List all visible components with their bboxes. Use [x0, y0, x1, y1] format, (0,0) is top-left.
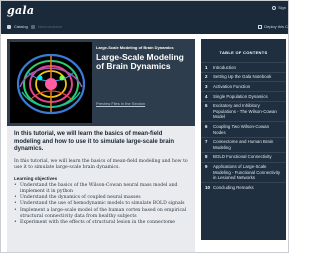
user-icon	[271, 5, 276, 10]
toc-number: 9	[205, 164, 208, 170]
objectives-heading: Learning objectives	[14, 175, 58, 181]
brain-tractography-image	[10, 42, 92, 123]
toc-number: 4	[205, 93, 208, 99]
toc-number: 5	[205, 103, 208, 109]
toc-title: TABLE OF CONTENTS	[219, 50, 268, 55]
toc-item-bold[interactable]: 8 BOLD Functional Connectivity	[201, 151, 286, 162]
toc-item-concluding[interactable]: 10 Concluding Remarks	[201, 182, 286, 192]
brain-icon	[30, 24, 35, 29]
sign-in-link[interactable]: Sign	[271, 5, 286, 10]
toc-item-wilson-cowan[interactable]: 5 Excitatory and Inhibitory Populations …	[201, 100, 286, 122]
toc-item-introduction[interactable]: 1 Introduction	[201, 62, 286, 72]
breadcrumb: Catalog Neuroscience	[7, 24, 62, 29]
toc-label: Concluding Remarks	[213, 184, 254, 190]
preview-files-link[interactable]: Preview Files in the Section	[96, 101, 145, 106]
toc-number: 3	[205, 83, 208, 89]
toc-item-connectome[interactable]: 7 Connectome and Human Brain Modeling	[201, 136, 286, 152]
toc-label: Coupling Two Wilson-Cowan Nodes	[213, 124, 270, 135]
toc-label: Activation Function	[213, 83, 251, 89]
lead-paragraph: In this tutorial, we will learn the basi…	[14, 131, 175, 152]
toc-number: 2	[205, 74, 208, 80]
catalog-icon	[7, 24, 11, 29]
toc-label: BOLD Functional Connectivity	[213, 154, 272, 160]
article-body: In this tutorial, we will learn the basi…	[7, 126, 195, 252]
toc-label: Single Population Dynamics	[213, 93, 268, 99]
page-title: Large-Scale Modeling of Brain Dynamics	[96, 52, 184, 72]
deploy-label: Deploy this C	[264, 24, 288, 29]
objective-item: Experiment with the effects of structura…	[14, 220, 188, 226]
app-window: gala Sign Catalog Neuroscience Deploy th…	[0, 0, 289, 253]
toc-label: Applications of Large-Scale Modeling - F…	[213, 164, 281, 181]
hero-banner: Large-Scale Modeling of Brain Dynamics L…	[7, 39, 195, 126]
sign-in-label: Sign	[277, 5, 286, 10]
table-of-contents: TABLE OF CONTENTS 1 Introduction 2 Setti…	[201, 39, 286, 240]
deploy-button[interactable]: Deploy this C	[258, 24, 288, 29]
brand-logo[interactable]: gala	[7, 4, 34, 17]
toc-label: Connectome and Human Brain Modeling	[213, 139, 274, 150]
toc-number: 1	[205, 64, 208, 70]
toc-item-setup[interactable]: 2 Setting Up the Gala Notebook	[201, 71, 286, 82]
breadcrumb-neuroscience[interactable]: Neuroscience	[38, 24, 62, 29]
top-navbar: gala Sign Catalog Neuroscience Deploy th…	[1, 1, 288, 34]
toc-number: 7	[205, 139, 208, 145]
objective-item: Implement a large-scale model of the hum…	[14, 208, 188, 220]
toc-number: 10	[205, 184, 210, 190]
toc-label: Excitatory and Inhibitory Populations - …	[213, 103, 277, 120]
toc-number: 8	[205, 154, 208, 160]
objectives-list: Understand the basics of the Wilson-Cowa…	[14, 183, 188, 227]
breadcrumb-catalog[interactable]: Catalog	[14, 24, 28, 29]
intro-paragraph: In this tutorial, we will learn the basi…	[14, 158, 188, 170]
hero-kicker: Large-Scale Modeling of Brain Dynamics	[96, 45, 174, 50]
toc-item-coupling[interactable]: 6 Coupling Two Wilson-Cowan Nodes	[201, 121, 286, 136]
toc-number: 6	[205, 124, 208, 130]
toc-item-activation[interactable]: 3 Activation Function	[201, 81, 286, 91]
toc-label: Introduction	[213, 64, 236, 70]
deploy-icon	[258, 24, 263, 29]
hero-text-block: Large-Scale Modeling of Brain Dynamics L…	[96, 45, 192, 72]
toc-item-applications[interactable]: 9 Applications of Large-Scale Modeling -…	[201, 161, 286, 183]
toc-label: Setting Up the Gala Notebook	[213, 74, 272, 80]
toc-item-single-population[interactable]: 4 Single Population Dynamics	[201, 91, 286, 101]
objective-item: Understand the basics of the Wilson-Cowa…	[14, 183, 188, 195]
